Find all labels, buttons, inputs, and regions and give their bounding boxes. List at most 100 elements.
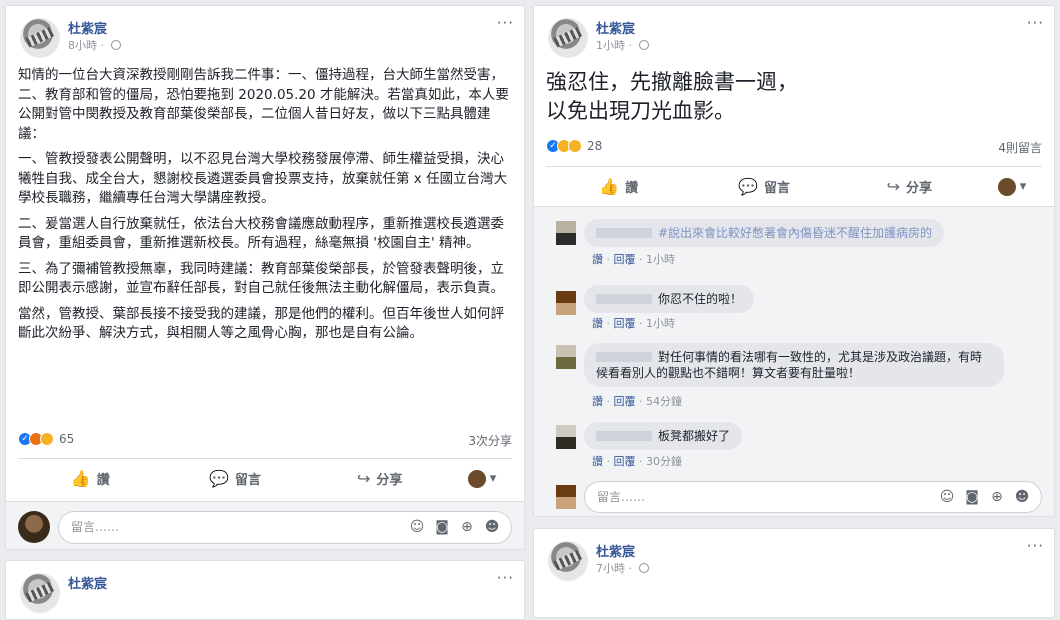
- commenter-avatar[interactable]: [556, 345, 576, 369]
- emoji-icon[interactable]: ☺: [408, 512, 426, 543]
- user-avatar: [18, 511, 50, 543]
- comment-bubble: #說出來會比較好憋著會內傷昏迷不醒住加護病房的: [584, 219, 945, 247]
- commenter-avatar[interactable]: [556, 291, 576, 315]
- comment-button[interactable]: 💬 留言: [691, 177, 836, 196]
- post-actions: 👍 讚 💬 留言 ↪ 分享 ▾: [546, 166, 1042, 206]
- post-body: 強忍住，先撤離臉書一週， 以免出現刀光血影。: [534, 68, 1054, 126]
- author-name[interactable]: 杜紫宸: [596, 541, 635, 560]
- post-paragraph: 三、為了彌補管教授無辜，我同時建議：教育部葉俊榮部長，於管發表聲明後，立即公開表…: [18, 260, 504, 297]
- post-header: 杜紫宸 7小時 · ···: [534, 529, 1054, 585]
- post-text-line: 以免出現刀光血影。: [546, 99, 735, 123]
- post-body: 知情的一位台大資深教授剛剛告訴我二件事：一、僵持過程，台大師生當然受害，二、教育…: [6, 66, 524, 344]
- author-name[interactable]: 杜紫宸: [68, 573, 107, 592]
- author-avatar[interactable]: [20, 573, 60, 613]
- post-paragraph: 一、管教授發表公開聲明，以不忍見台灣大學校務發展停滯、師生權益受損，決心犧牲自我…: [18, 151, 508, 206]
- post-time[interactable]: 1小時 ·: [596, 37, 649, 53]
- share-button[interactable]: ↪ 分享: [837, 177, 982, 196]
- user-avatar: [556, 485, 576, 509]
- post-stats: ✓ 65 3次分享: [6, 423, 524, 455]
- comment-time[interactable]: 1小時: [646, 317, 675, 330]
- post-card-1: 杜紫宸 8小時 · ··· 知情的一位台大資深教授剛剛告訴我二件事：一、僵持過程…: [5, 5, 525, 550]
- comment-count[interactable]: 4則留言: [998, 139, 1042, 156]
- post-stats: ✓ 28 4則留言: [534, 130, 1054, 162]
- comment-actions: 讚 · 回覆 · 54分鐘: [592, 395, 682, 408]
- globe-icon: [638, 563, 649, 573]
- post-text-line: 強忍住，先撤離臉書一週，: [546, 70, 798, 94]
- commenter-name[interactable]: [596, 228, 652, 238]
- comment-composer: 留言…… ☺ ◙ ⊕ ☻: [6, 501, 524, 549]
- comment-reply-link[interactable]: 回覆: [614, 395, 636, 408]
- commenter-name[interactable]: [596, 294, 652, 304]
- comment-like-link[interactable]: 讚: [592, 455, 603, 468]
- author-avatar[interactable]: [548, 541, 588, 581]
- comment-text: #說出來會比較好憋著會內傷昏迷不醒住加護病房的: [658, 226, 933, 240]
- comment-icon: 💬: [738, 177, 758, 196]
- share-icon: ↪: [886, 177, 901, 196]
- post-header: 杜紫宸 ···: [6, 561, 524, 617]
- post-header: 杜紫宸 8小時 · ···: [6, 6, 524, 62]
- share-icon: ↪: [356, 469, 371, 488]
- audience-avatar: [997, 177, 1016, 196]
- commenter-avatar[interactable]: [556, 425, 576, 449]
- post-paragraph: 二、爰當選人自行放棄就任，依法台大校務會議應啟動程序，重新推選校長遴選委員會，重…: [18, 215, 504, 252]
- comment-input[interactable]: 留言…… ☺ ◙ ⊕ ☻: [58, 511, 512, 544]
- camera-icon[interactable]: ◙: [433, 512, 451, 543]
- globe-icon: [110, 40, 121, 50]
- comment-reply-link[interactable]: 回覆: [614, 253, 636, 266]
- author-avatar[interactable]: [548, 18, 588, 58]
- author-avatar[interactable]: [20, 18, 60, 58]
- camera-icon[interactable]: ◙: [963, 482, 981, 512]
- reactions-summary[interactable]: ✓ 65: [18, 432, 74, 446]
- reactions-summary[interactable]: ✓ 28: [546, 139, 602, 153]
- gif-icon[interactable]: ⊕: [458, 512, 476, 543]
- comment-like-link[interactable]: 讚: [592, 317, 603, 330]
- wow-reaction-icon: [568, 139, 582, 153]
- comment-bubble: 板凳都搬好了: [584, 422, 743, 450]
- comment-like-link[interactable]: 讚: [592, 395, 603, 408]
- audience-selector[interactable]: ▾: [452, 469, 512, 488]
- comment-reply-link[interactable]: 回覆: [614, 317, 636, 330]
- post-actions: 👍 讚 💬 留言 ↪ 分享 ▾: [18, 458, 512, 498]
- audience-avatar: [467, 469, 486, 488]
- reaction-count: 65: [59, 432, 75, 446]
- comment-time[interactable]: 54分鐘: [646, 395, 682, 408]
- post-card-3: 杜紫宸 7小時 · ···: [533, 528, 1055, 618]
- comment-actions: 讚 · 回覆 · 1小時: [592, 317, 675, 330]
- comment-time[interactable]: 1小時: [646, 253, 675, 266]
- like-button[interactable]: 👍 讚: [546, 177, 691, 196]
- sticker-icon[interactable]: ☻: [483, 512, 501, 543]
- comment-composer: 留言…… ☺ ◙ ⊕ ☻: [534, 477, 1054, 516]
- sticker-icon[interactable]: ☻: [1013, 482, 1031, 512]
- comment-time[interactable]: 30分鐘: [646, 455, 682, 468]
- comment-text: 對任何事情的看法哪有一致性的，尤其是涉及政治議題，有時候看看別人的觀點也不錯啊！…: [596, 350, 983, 380]
- comments-section: #說出來會比較好憋著會內傷昏迷不醒住加護病房的 讚 · 回覆 · 1小時 你忍不…: [534, 206, 1054, 516]
- post-time[interactable]: 7小時 ·: [596, 560, 649, 576]
- like-button[interactable]: 👍 讚: [18, 469, 163, 488]
- post-header: 杜紫宸 1小時 · ···: [534, 6, 1054, 62]
- comment-bubble: 你忍不住的啦！: [584, 285, 755, 313]
- comment-button[interactable]: 💬 留言: [163, 469, 308, 488]
- more-options-icon[interactable]: ···: [497, 14, 514, 32]
- gif-icon[interactable]: ⊕: [988, 482, 1006, 512]
- more-options-icon[interactable]: ···: [1027, 14, 1044, 32]
- post-time[interactable]: 8小時 ·: [68, 37, 121, 53]
- share-count[interactable]: 3次分享: [468, 432, 512, 449]
- more-options-icon[interactable]: ···: [1027, 537, 1044, 555]
- comment-like-link[interactable]: 讚: [592, 253, 603, 266]
- commenter-name[interactable]: [596, 352, 652, 362]
- emoji-icon[interactable]: ☺: [938, 482, 956, 512]
- comment-input[interactable]: 留言…… ☺ ◙ ⊕ ☻: [584, 481, 1042, 513]
- author-name[interactable]: 杜紫宸: [68, 18, 107, 37]
- commenter-avatar[interactable]: [556, 221, 576, 245]
- comment-icon: 💬: [209, 469, 229, 488]
- post-card-4: 杜紫宸 ···: [5, 560, 525, 620]
- comment-reply-link[interactable]: 回覆: [614, 455, 636, 468]
- author-name[interactable]: 杜紫宸: [596, 18, 635, 37]
- more-options-icon[interactable]: ···: [497, 569, 514, 587]
- share-button[interactable]: ↪ 分享: [307, 469, 452, 488]
- audience-selector[interactable]: ▾: [982, 177, 1042, 196]
- thumbs-up-icon: 👍: [70, 469, 91, 488]
- commenter-name[interactable]: [596, 431, 652, 441]
- comment-actions: 讚 · 回覆 · 30分鐘: [592, 455, 682, 468]
- globe-icon: [638, 40, 649, 50]
